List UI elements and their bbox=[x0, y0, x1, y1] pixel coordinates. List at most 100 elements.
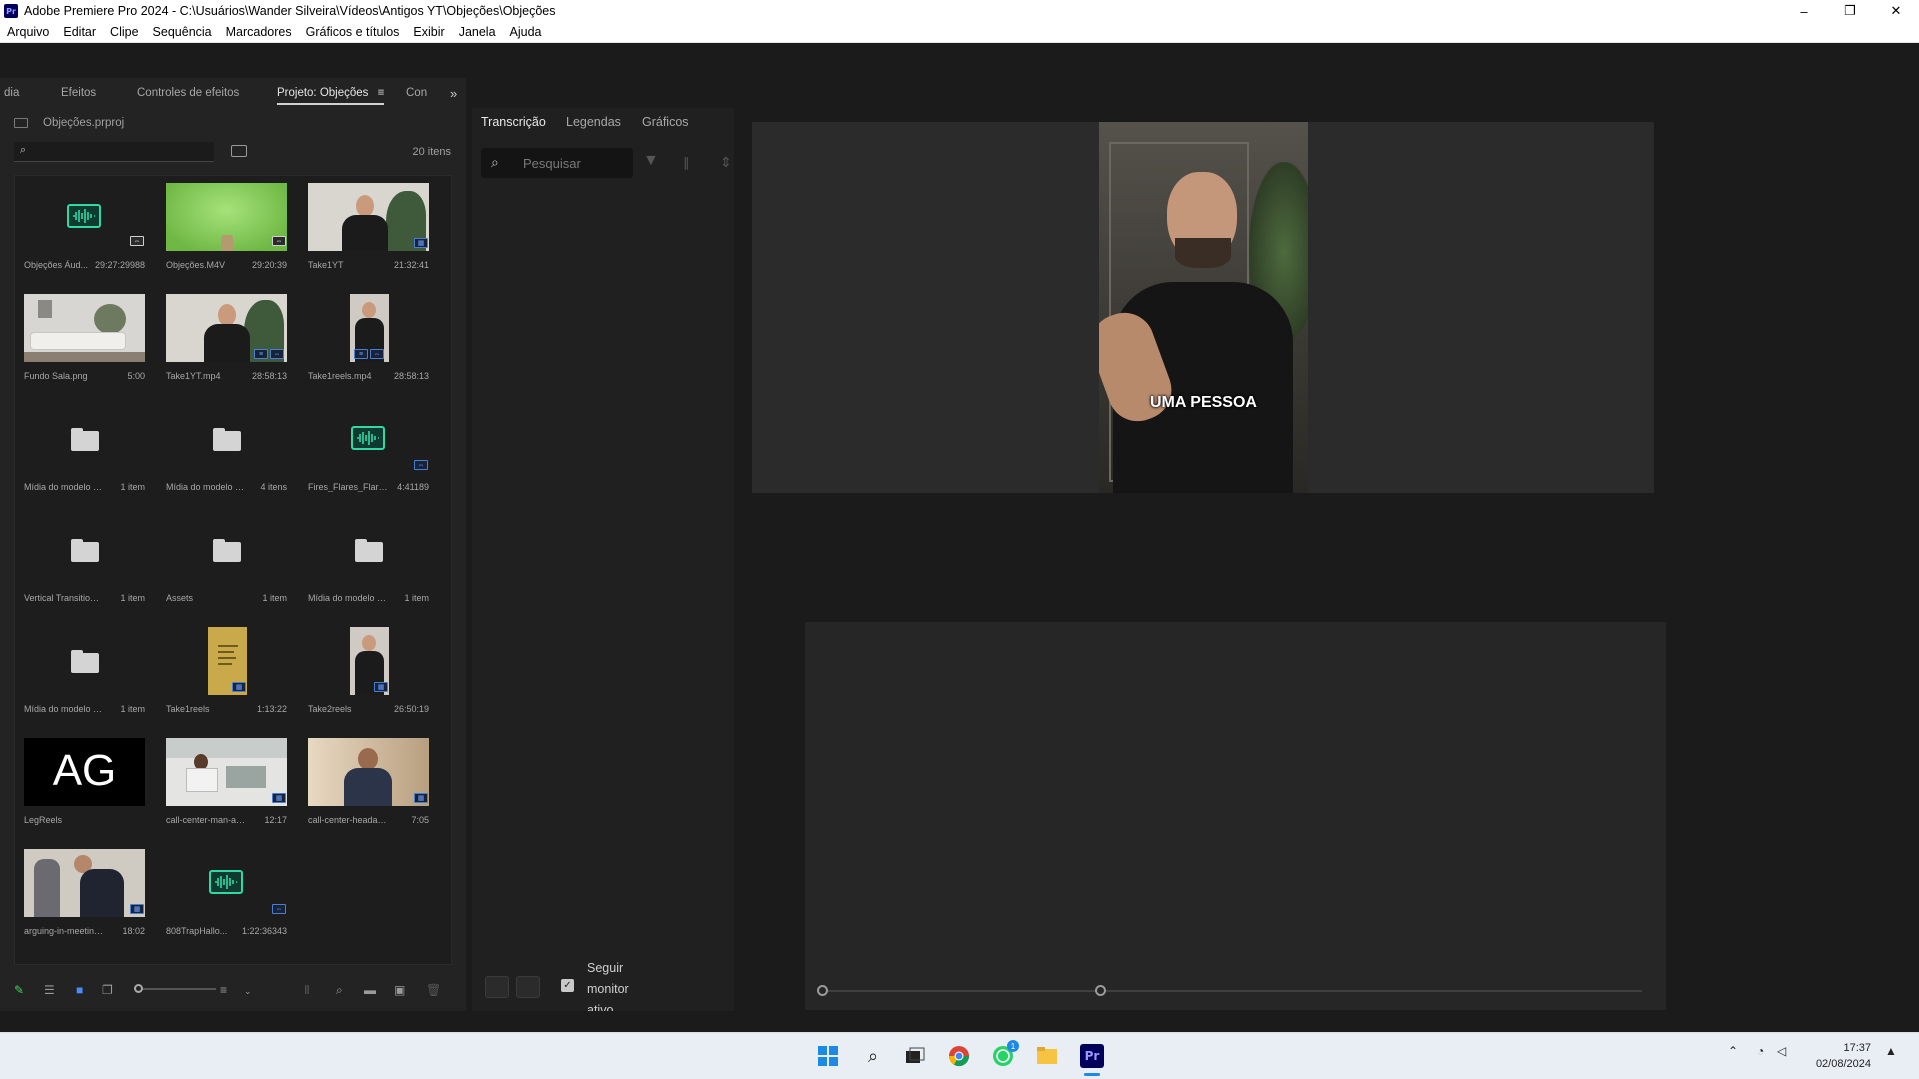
transcript-search-input[interactable]: ⌕ Pesquisar bbox=[481, 148, 633, 178]
item-name: Fires_Flares_Flare... bbox=[308, 482, 388, 492]
project-item[interactable]: Mídia do modelo de... 1 item bbox=[308, 516, 429, 606]
transcript-insert-icon[interactable] bbox=[516, 976, 540, 998]
project-item[interactable]: ⇔ Fires_Flares_Flare... 4:41189 bbox=[308, 405, 429, 495]
item-thumbnail bbox=[308, 516, 429, 584]
sequence-badge-icon: ⇔ bbox=[414, 460, 428, 470]
video-preview[interactable]: UMA PESSOA bbox=[1099, 122, 1308, 493]
project-item[interactable]: Mídia do modelo de... 4 itens bbox=[166, 405, 287, 495]
notification-bell-icon[interactable]: ▲ bbox=[1885, 1044, 1897, 1058]
sequence-badge-icon: ⇔ bbox=[270, 349, 284, 359]
playhead-scrubber[interactable] bbox=[821, 990, 1642, 992]
project-item[interactable]: Assets 1 item bbox=[166, 516, 287, 606]
zoom-slider[interactable] bbox=[136, 988, 216, 990]
plant-image bbox=[94, 304, 126, 334]
item-duration: 21:32:41 bbox=[393, 260, 429, 270]
minimize-button[interactable]: – bbox=[1781, 0, 1827, 22]
start-icon[interactable] bbox=[816, 1044, 840, 1068]
playhead-handle[interactable] bbox=[1095, 985, 1106, 996]
freeform-view-icon[interactable]: ❐ bbox=[102, 983, 113, 997]
video-badge-icon: ▦ bbox=[414, 793, 428, 803]
project-item[interactable]: ▦ Take2reels 26:50:19 bbox=[308, 627, 429, 717]
volume-icon[interactable]: ◁ bbox=[1777, 1044, 1786, 1058]
project-item[interactable]: AG LegReels bbox=[24, 738, 145, 828]
project-item[interactable]: ▦ arguing-in-meeting-2... 18:02 bbox=[24, 849, 145, 939]
menu-exibir[interactable]: Exibir bbox=[406, 25, 451, 39]
close-button[interactable]: ✕ bbox=[1873, 0, 1919, 22]
search-icon[interactable]: ⌕ bbox=[861, 1044, 885, 1068]
person-beard-image bbox=[1175, 238, 1231, 268]
item-duration: 7:05 bbox=[411, 815, 429, 825]
project-item[interactable]: ≡ ⇔ Take1reels.mp4 28:58:13 bbox=[308, 294, 429, 384]
automate-icon[interactable]: Ⅱ bbox=[304, 983, 310, 997]
project-item[interactable]: ⇔ Objeções.M4V 29:20:39 bbox=[166, 183, 287, 273]
tab-menu-icon[interactable]: ≡ bbox=[378, 87, 385, 99]
in-point-handle[interactable] bbox=[817, 985, 828, 996]
project-item[interactable]: Fundo Sala.png 5:00 bbox=[24, 294, 145, 384]
project-item[interactable]: ≡ ⇔ Take1YT.mp4 28:58:13 bbox=[166, 294, 287, 384]
tab-projeto[interactable]: Projeto: Objeções ≡ bbox=[277, 87, 385, 105]
transcript-tool-icon[interactable] bbox=[485, 976, 509, 998]
wifi-icon[interactable]: ◔ bbox=[1757, 1044, 1764, 1058]
project-item[interactable]: Mídia do modelo de... 1 item bbox=[24, 405, 145, 495]
menu-sequencia[interactable]: Sequência bbox=[146, 25, 219, 39]
tab-transcricao[interactable]: Transcrição bbox=[481, 115, 546, 129]
tab-graficos[interactable]: Gráficos bbox=[642, 115, 689, 129]
video-badge-icon: ▦ bbox=[232, 682, 246, 692]
audio-badge-icon: ≡ bbox=[354, 349, 368, 359]
pencil-icon[interactable]: ✎ bbox=[14, 983, 24, 997]
zoom-slider-handle[interactable] bbox=[134, 984, 143, 993]
whatsapp-icon[interactable]: 1 bbox=[991, 1040, 1019, 1068]
filter-icon[interactable]: ▼ bbox=[643, 152, 659, 170]
menu-arquivo[interactable]: Arquivo bbox=[0, 25, 56, 39]
list-view-icon[interactable]: ☰ bbox=[44, 983, 55, 997]
project-item[interactable]: ▦ Take1YT 21:32:41 bbox=[308, 183, 429, 273]
item-duration: 26:50:19 bbox=[393, 704, 429, 714]
item-name: 808TrapHallo... bbox=[166, 926, 228, 936]
project-item[interactable]: ⇔ 808TrapHallo... 1:22:36343 bbox=[166, 849, 287, 939]
tab-controles-efeitos[interactable]: Controles de efeitos bbox=[137, 87, 239, 99]
tab-midia[interactable]: dia bbox=[4, 87, 19, 99]
expand-icon[interactable]: ⇕ bbox=[720, 154, 732, 171]
project-folder-icon bbox=[14, 118, 28, 128]
trash-icon[interactable]: 🗑 bbox=[426, 983, 441, 997]
follow-monitor-checkbox[interactable]: ✓ bbox=[561, 979, 574, 992]
file-explorer-icon[interactable] bbox=[1035, 1044, 1059, 1068]
menu-janela[interactable]: Janela bbox=[452, 25, 503, 39]
sort-icon[interactable]: ≡ bbox=[220, 983, 227, 997]
project-search-input[interactable]: ⌕ bbox=[14, 142, 214, 162]
find-icon[interactable]: ⌕ bbox=[336, 983, 343, 998]
project-item[interactable]: ▦ Take1reels 1:13:22 bbox=[166, 627, 287, 717]
restore-button[interactable]: ❐ bbox=[1827, 0, 1873, 22]
menu-ajuda[interactable]: Ajuda bbox=[503, 25, 549, 39]
tab-con[interactable]: Con bbox=[406, 87, 427, 99]
menu-graficos[interactable]: Gráficos e títulos bbox=[299, 25, 407, 39]
menu-editar[interactable]: Editar bbox=[56, 25, 103, 39]
chrome-icon[interactable] bbox=[947, 1044, 971, 1068]
person-head-image bbox=[358, 748, 378, 770]
project-item[interactable]: ▦ call-center-headache-... 7:05 bbox=[308, 738, 429, 828]
project-item[interactable]: ▦ call-center-man-and-... 12:17 bbox=[166, 738, 287, 828]
audio-waveform-icon bbox=[209, 870, 243, 894]
show-hidden-icons-icon[interactable]: ⌃ bbox=[1728, 1044, 1738, 1058]
system-clock[interactable]: 17:37 02/08/2024 bbox=[1803, 1040, 1871, 1072]
icon-view-icon[interactable]: ■ bbox=[76, 983, 83, 997]
tab-efeitos[interactable]: Efeitos bbox=[61, 87, 96, 99]
speaker-icon[interactable]: ∥ bbox=[683, 155, 690, 171]
menu-clipe[interactable]: Clipe bbox=[103, 25, 146, 39]
new-bin-footer-icon[interactable]: ▬ bbox=[364, 983, 376, 997]
sort-chevron-down-icon[interactable]: ⌄ bbox=[244, 986, 252, 997]
project-item[interactable]: Vertical Transitions ... 1 item bbox=[24, 516, 145, 606]
premiere-icon[interactable]: Pr bbox=[1080, 1044, 1104, 1068]
tabs-overflow-icon[interactable]: » bbox=[450, 86, 457, 101]
project-item[interactable]: Mídia do modelo de... 1 item bbox=[24, 627, 145, 717]
folder-icon bbox=[213, 428, 241, 451]
project-item[interactable]: ⇔ Objeções Áud... 29:27:29988 bbox=[24, 183, 145, 273]
floor-image bbox=[24, 352, 145, 362]
menu-marcadores[interactable]: Marcadores bbox=[219, 25, 299, 39]
tab-legendas[interactable]: Legendas bbox=[566, 115, 621, 129]
item-duration: 1:22:36343 bbox=[241, 926, 287, 936]
new-item-icon[interactable]: ▣ bbox=[394, 983, 405, 997]
window-title: Adobe Premiere Pro 2024 - C:\Usuários\Wa… bbox=[24, 4, 556, 18]
task-view-icon[interactable] bbox=[903, 1044, 927, 1068]
new-bin-icon[interactable] bbox=[231, 145, 247, 157]
